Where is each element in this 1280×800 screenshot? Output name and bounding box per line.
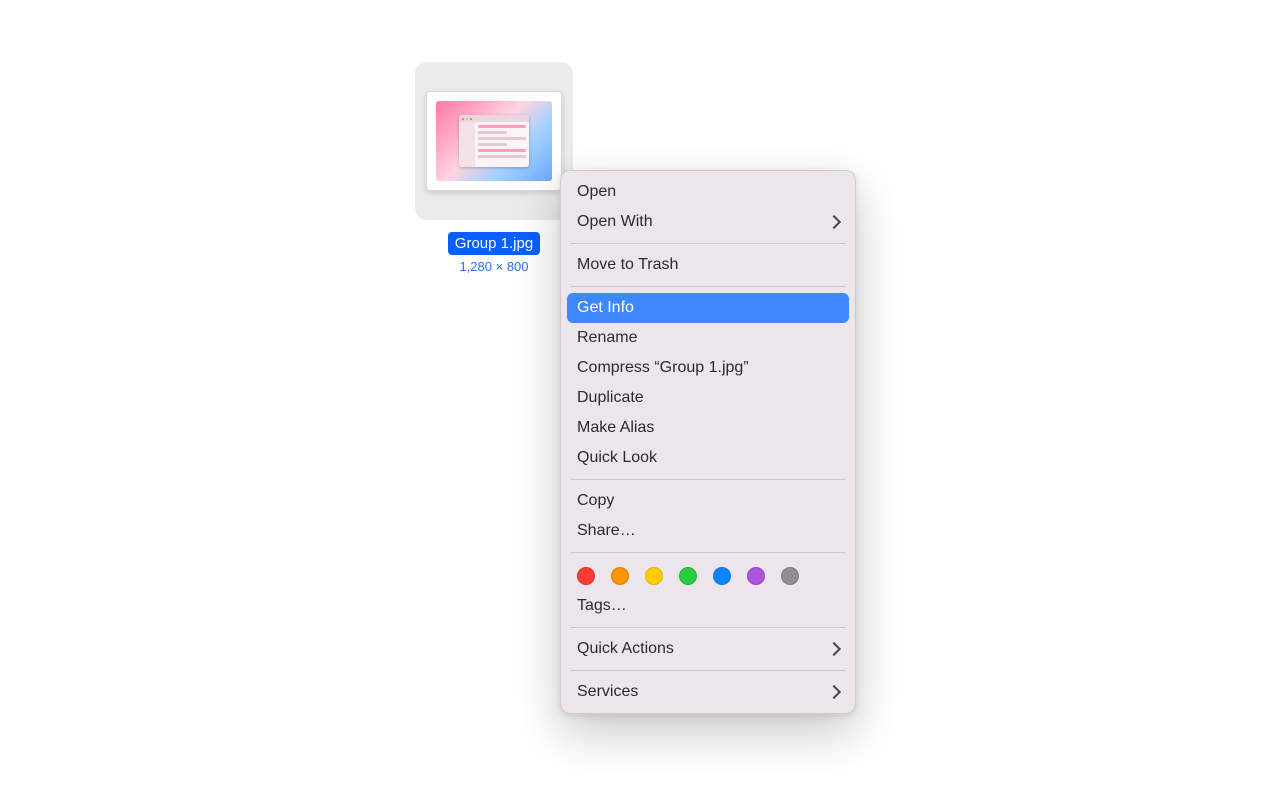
menu-item-label: Get Info [577,299,634,317]
menu-item-label: Copy [577,492,614,510]
chevron-right-icon [827,642,841,656]
desktop-file[interactable]: Group 1.jpg 1,280 × 800 [415,62,573,274]
menu-separator [571,552,845,553]
menu-separator [571,286,845,287]
menu-item-services[interactable]: Services [567,677,849,707]
menu-item-move-to-trash[interactable]: Move to Trash [567,250,849,280]
menu-separator [571,670,845,671]
tag-color-gray[interactable] [781,567,799,585]
chevron-right-icon [827,215,841,229]
menu-separator [571,627,845,628]
chevron-right-icon [827,685,841,699]
menu-item-label: Make Alias [577,419,654,437]
tag-color-yellow[interactable] [645,567,663,585]
menu-item-label: Open [577,183,616,201]
menu-item-label: Compress “Group 1.jpg” [577,359,749,377]
menu-item-make-alias[interactable]: Make Alias [567,413,849,443]
menu-item-compress[interactable]: Compress “Group 1.jpg” [567,353,849,383]
menu-item-open[interactable]: Open [567,177,849,207]
menu-item-quick-actions[interactable]: Quick Actions [567,634,849,664]
menu-item-label: Services [577,683,638,701]
menu-item-label: Share… [577,522,636,540]
menu-item-copy[interactable]: Copy [567,486,849,516]
tag-color-green[interactable] [679,567,697,585]
menu-item-label: Quick Look [577,449,657,467]
tag-color-orange[interactable] [611,567,629,585]
menu-separator [571,243,845,244]
thumbnail-preview [436,101,552,181]
menu-tag-color-row [567,559,849,591]
menu-item-label: Quick Actions [577,640,674,658]
context-menu: Open Open With Move to Trash Get Info Re… [560,170,856,714]
file-name-label: Group 1.jpg [448,232,540,255]
menu-item-get-info[interactable]: Get Info [567,293,849,323]
menu-item-label: Duplicate [577,389,644,407]
menu-item-rename[interactable]: Rename [567,323,849,353]
menu-item-open-with[interactable]: Open With [567,207,849,237]
menu-item-label: Open With [577,213,653,231]
thumbnail-window [459,115,529,167]
file-dimensions-label: 1,280 × 800 [459,259,528,274]
tag-color-purple[interactable] [747,567,765,585]
menu-item-duplicate[interactable]: Duplicate [567,383,849,413]
menu-item-label: Move to Trash [577,256,678,274]
menu-item-label: Rename [577,329,637,347]
menu-item-quick-look[interactable]: Quick Look [567,443,849,473]
file-thumbnail [426,91,562,191]
tag-color-red[interactable] [577,567,595,585]
menu-item-share[interactable]: Share… [567,516,849,546]
menu-item-tags[interactable]: Tags… [567,591,849,621]
tag-color-blue[interactable] [713,567,731,585]
menu-item-label: Tags… [577,597,627,615]
file-icon-selection [415,62,573,220]
menu-separator [571,479,845,480]
